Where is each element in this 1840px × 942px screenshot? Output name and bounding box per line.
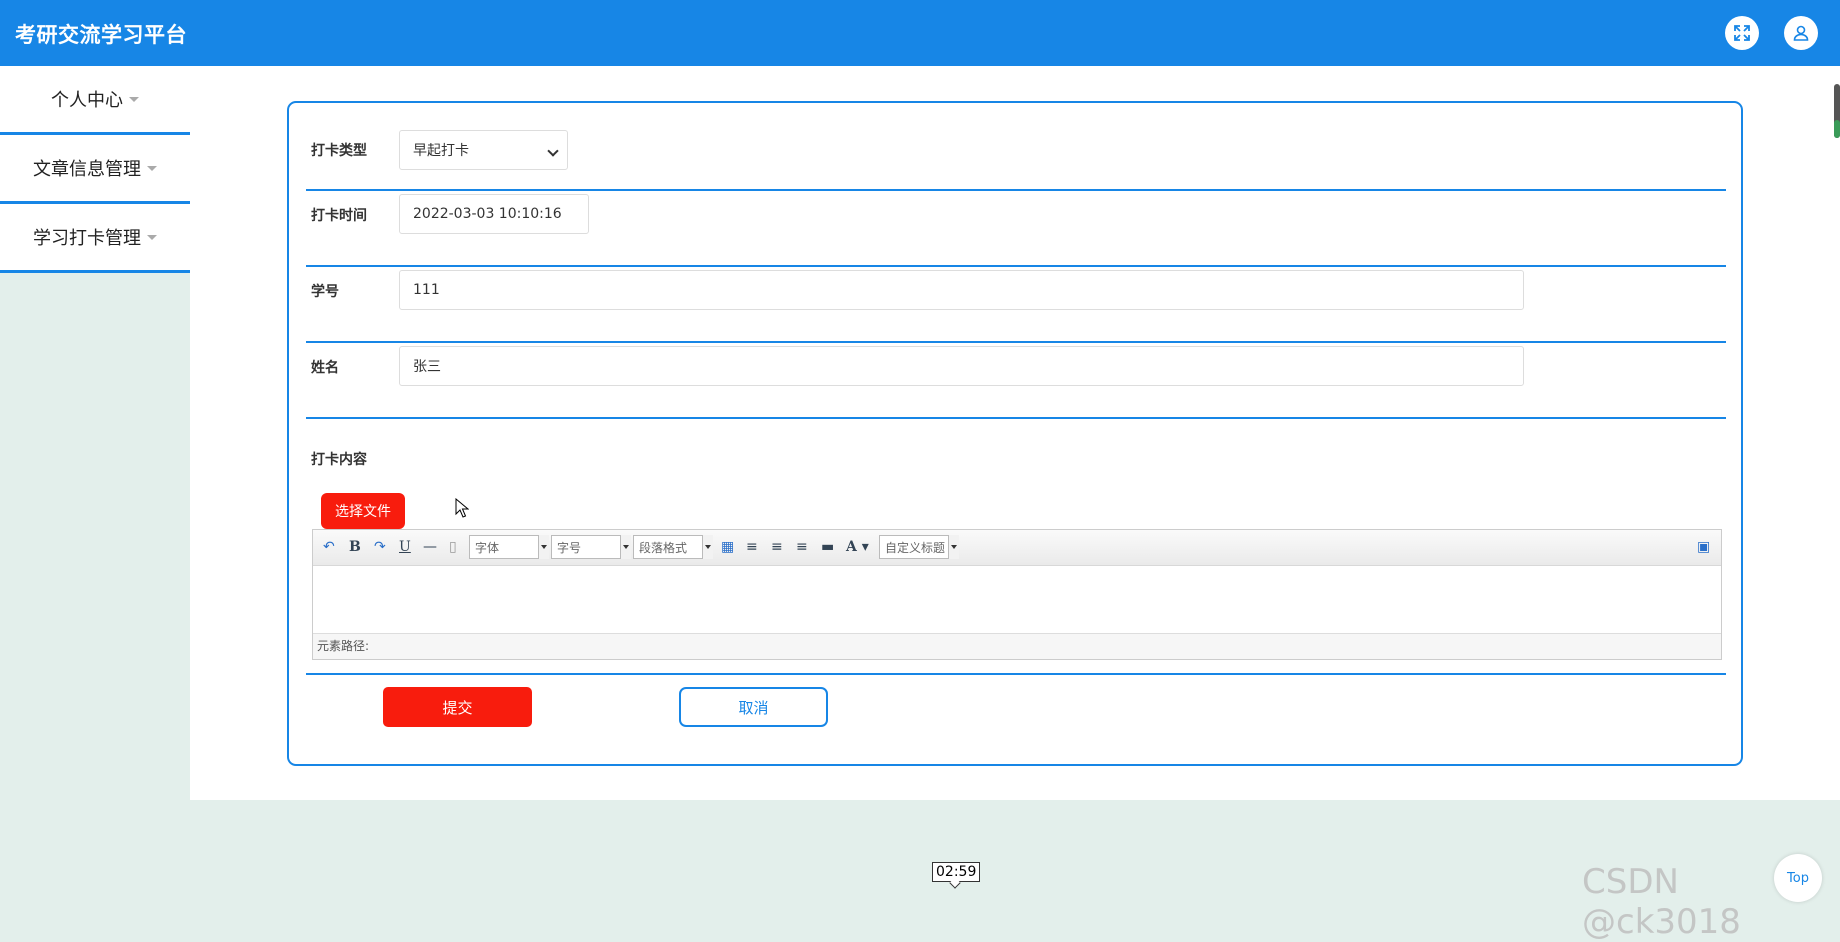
new-document-icon[interactable]: ▯ <box>449 539 457 555</box>
student-id-input[interactable]: 111 <box>399 270 1524 310</box>
caret-down-icon <box>147 165 157 171</box>
type-select-value: 早起打卡 <box>413 143 469 159</box>
checkin-form-card: 打卡类型 早起打卡 打卡时间 2022-03-03 10:10:16 学号 11… <box>287 101 1743 766</box>
name-input[interactable]: 张三 <box>399 346 1524 386</box>
name-label: 姓名 <box>311 360 339 376</box>
mouse-cursor-icon <box>455 498 469 518</box>
submit-button[interactable]: 提交 <box>383 687 532 727</box>
sidebar-item-label: 学习打卡管理 <box>33 228 141 249</box>
form-row-type: 打卡类型 早起打卡 <box>306 103 1726 191</box>
bold-icon[interactable]: B <box>349 539 361 555</box>
chevron-down-icon <box>620 535 631 559</box>
paragraph-format-label: 段落格式 <box>639 540 688 555</box>
time-input[interactable]: 2022-03-03 10:10:16 <box>399 194 589 234</box>
sidebar-item-personal-center[interactable]: 个人中心 <box>0 66 190 135</box>
time-label: 打卡时间 <box>311 208 367 224</box>
custom-title-label: 自定义标题 <box>885 540 946 555</box>
redo-icon[interactable]: ↷ <box>374 539 386 555</box>
caret-down-icon <box>129 96 139 102</box>
editor-element-path: 元素路径: <box>313 633 1721 659</box>
preview-icon[interactable]: ▣ <box>1697 539 1710 555</box>
form-row-time: 打卡时间 2022-03-03 10:10:16 <box>306 191 1726 267</box>
editor-toolbar: ↶ B ↷ U — ▯ 字体 字号 段落格式 ▦ ≡ ≡ ≡ ▬ A ▾ 自定义… <box>313 530 1721 566</box>
type-select[interactable]: 早起打卡 <box>399 130 568 170</box>
user-button[interactable] <box>1784 16 1818 50</box>
underline-icon[interactable]: U <box>399 539 411 555</box>
back-to-top-button[interactable]: Top <box>1774 854 1822 902</box>
align-left-icon[interactable]: ≡ <box>746 539 758 555</box>
font-size-label: 字号 <box>557 540 582 555</box>
choose-file-button[interactable]: 选择文件 <box>321 493 405 529</box>
form-row-name: 姓名 张三 <box>306 343 1726 419</box>
paragraph-format-select[interactable]: 段落格式 <box>633 535 713 559</box>
caret-down-icon <box>147 234 157 240</box>
chevron-down-icon <box>547 145 559 157</box>
table-icon[interactable]: ▦ <box>721 539 734 555</box>
user-icon <box>1793 25 1809 41</box>
expand-icon <box>1734 25 1750 41</box>
type-label: 打卡类型 <box>311 143 367 159</box>
align-right-icon[interactable]: ≡ <box>771 539 783 555</box>
editor-content-area[interactable] <box>313 566 1721 633</box>
font-size-select[interactable]: 字号 <box>551 535 631 559</box>
fullscreen-button[interactable] <box>1725 16 1759 50</box>
form-row-student-id: 学号 111 <box>306 267 1726 343</box>
undo-icon[interactable]: ↶ <box>323 539 335 555</box>
cancel-button[interactable]: 取消 <box>679 687 828 727</box>
sidebar-item-article-management[interactable]: 文章信息管理 <box>0 135 190 204</box>
chevron-down-icon <box>948 535 959 559</box>
justify-icon[interactable]: ▬ <box>821 539 834 555</box>
font-color-icon[interactable]: A ▾ <box>846 539 869 555</box>
scrollbar-indicator <box>1834 120 1840 138</box>
horizontal-rule-icon[interactable]: — <box>423 539 437 555</box>
app-title: 考研交流学习平台 <box>15 23 187 47</box>
rich-text-editor: ↶ B ↷ U — ▯ 字体 字号 段落格式 ▦ ≡ ≡ ≡ ▬ A ▾ 自定义… <box>312 529 1722 660</box>
chevron-down-icon <box>538 535 549 559</box>
chevron-down-icon <box>702 535 713 559</box>
timer-tooltip: 02:59 <box>932 862 981 882</box>
main-content: 打卡类型 早起打卡 打卡时间 2022-03-03 10:10:16 学号 11… <box>190 66 1840 800</box>
top-bar: 考研交流学习平台 <box>0 0 1840 66</box>
content-label: 打卡内容 <box>311 452 367 468</box>
sidebar-item-label: 个人中心 <box>51 90 123 111</box>
sidebar-item-checkin-management[interactable]: 学习打卡管理 <box>0 204 190 273</box>
font-family-label: 字体 <box>475 540 500 555</box>
sidebar-item-label: 文章信息管理 <box>33 159 141 180</box>
align-center-icon[interactable]: ≡ <box>796 539 808 555</box>
custom-title-select[interactable]: 自定义标题 <box>879 535 959 559</box>
student-id-label: 学号 <box>311 284 339 300</box>
font-family-select[interactable]: 字体 <box>469 535 549 559</box>
sidebar: 个人中心 文章信息管理 学习打卡管理 <box>0 66 190 273</box>
